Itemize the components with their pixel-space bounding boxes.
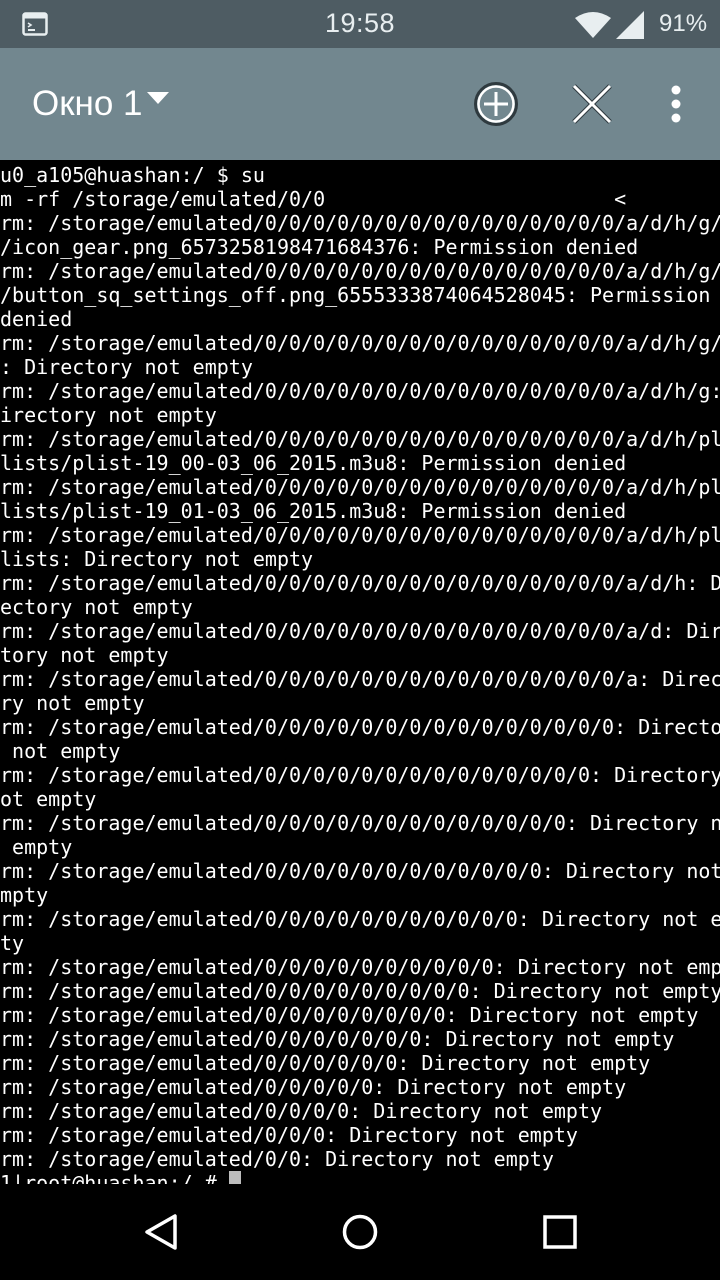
terminal-line: m -rf /storage/emulated/0/0 < bbox=[0, 187, 627, 211]
terminal-line: irectory not empty bbox=[0, 403, 217, 427]
terminal-line: lists/plist-19_01-03_06_2015.m3u8: Permi… bbox=[0, 499, 627, 523]
terminal-line: u0_a105@huashan:/ $ su bbox=[0, 163, 265, 187]
terminal-line: rm: /storage/emulated/0/0/0/0/0/0/0/0: D… bbox=[0, 1003, 699, 1027]
terminal-line: rm: /storage/emulated/0/0/0/0/0/0/0/0/0/… bbox=[0, 811, 720, 835]
window-selector[interactable]: Окно 1 bbox=[32, 80, 169, 128]
terminal-line: lists: Directory not empty bbox=[0, 547, 314, 571]
terminal-line: tory not empty bbox=[0, 643, 169, 667]
terminal-line: denied bbox=[0, 307, 73, 331]
terminal-line: rm: /storage/emulated/0/0/0/0/0/0/0/0/0/… bbox=[0, 331, 720, 355]
terminal-line: rm: /storage/emulated/0/0/0/0/0/0/0/0/0/… bbox=[0, 427, 720, 451]
window-title: Окно 1 bbox=[32, 84, 143, 123]
terminal-output[interactable]: u0_a105@huashan:/ $ su m -rf /storage/emu… bbox=[0, 163, 720, 1197]
terminal-line: empty bbox=[0, 835, 73, 859]
terminal-line: rm: /storage/emulated/0/0/0/0/0/0/0/0/0/… bbox=[0, 379, 720, 403]
terminal-line: rm: /storage/emulated/0/0/0/0/0/0/0/0/0/… bbox=[0, 259, 720, 283]
home-icon[interactable] bbox=[336, 1208, 384, 1256]
terminal-line: ry not empty bbox=[0, 691, 145, 715]
cell-signal-icon bbox=[616, 11, 644, 39]
terminal-line: rm: /storage/emulated/0/0/0/0/0: Directo… bbox=[0, 1075, 627, 1099]
terminal-line: rm: /storage/emulated/0/0/0/0/0/0/0/0/0/… bbox=[0, 859, 720, 883]
terminal-line: rm: /storage/emulated/0/0/0/0/0/0/0/0/0/… bbox=[0, 763, 720, 787]
terminal-line: /icon_gear.png_6573258198471684376: Perm… bbox=[0, 235, 639, 259]
terminal-line: rm: /storage/emulated/0/0/0/0/0/0/0/0/0/… bbox=[0, 571, 720, 595]
terminal-line: rm: /storage/emulated/0/0/0/0/0/0/0/0/0/… bbox=[0, 523, 720, 547]
terminal-line: ot empty bbox=[0, 787, 97, 811]
terminal-line: rm: /storage/emulated/0/0/0/0/0/0/0/0/0/… bbox=[0, 475, 720, 499]
app-bar: Окно 1 bbox=[0, 48, 720, 160]
dropdown-arrow-icon bbox=[146, 92, 169, 104]
terminal-line: rm: /storage/emulated/0/0/0/0/0/0/0/0/0/… bbox=[0, 211, 720, 235]
navigation-bar bbox=[0, 1184, 720, 1280]
status-bar: 19:58 91% bbox=[0, 0, 720, 48]
terminal-line: lists/plist-19_00-03_06_2015.m3u8: Permi… bbox=[0, 451, 627, 475]
terminal-line: rm: /storage/emulated/0/0/0/0/0/0/0/0/0/… bbox=[0, 715, 720, 739]
screen: 19:58 91% Окно 1 u0_a105@huashan:/ $ su … bbox=[0, 0, 720, 1280]
close-window-icon[interactable] bbox=[568, 80, 616, 128]
recents-icon[interactable] bbox=[536, 1208, 584, 1256]
terminal-line: /button_sq_settings_off.png_655533387406… bbox=[0, 283, 711, 307]
terminal-line: ty bbox=[0, 931, 25, 955]
terminal-line: rm: /storage/emulated/0/0/0/0/0/0/0/0/0/… bbox=[0, 955, 720, 979]
terminal-line: rm: /storage/emulated/0/0: Directory not… bbox=[0, 1147, 554, 1171]
overflow-menu-icon[interactable] bbox=[664, 80, 688, 128]
terminal-line: rm: /storage/emulated/0/0/0/0/0/0/0/0/0/… bbox=[0, 667, 720, 691]
wifi-icon bbox=[575, 12, 611, 38]
terminal-line: rm: /storage/emulated/0/0/0/0/0/0/0/0/0:… bbox=[0, 979, 720, 1003]
terminal-line: rm: /storage/emulated/0/0/0: Directory n… bbox=[0, 1123, 578, 1147]
terminal-line: not empty bbox=[0, 739, 121, 763]
terminal-line: rm: /storage/emulated/0/0/0/0/0/0: Direc… bbox=[0, 1051, 651, 1075]
terminal-line: : Directory not empty bbox=[0, 355, 253, 379]
battery-percent: 91% bbox=[659, 10, 708, 37]
clock: 19:58 bbox=[324, 8, 396, 38]
terminal-line: rm: /storage/emulated/0/0/0/0/0/0/0/0/0/… bbox=[0, 907, 720, 931]
terminal-line: rm: /storage/emulated/0/0/0/0: Directory… bbox=[0, 1099, 603, 1123]
terminal-line: ectory not empty bbox=[0, 595, 193, 619]
back-icon[interactable] bbox=[136, 1208, 184, 1256]
add-window-icon[interactable] bbox=[472, 80, 520, 128]
terminal-line: rm: /storage/emulated/0/0/0/0/0/0/0/0/0/… bbox=[0, 619, 720, 643]
terminal-line: rm: /storage/emulated/0/0/0/0/0/0/0: Dir… bbox=[0, 1027, 675, 1051]
terminal-line: mpty bbox=[0, 883, 49, 907]
